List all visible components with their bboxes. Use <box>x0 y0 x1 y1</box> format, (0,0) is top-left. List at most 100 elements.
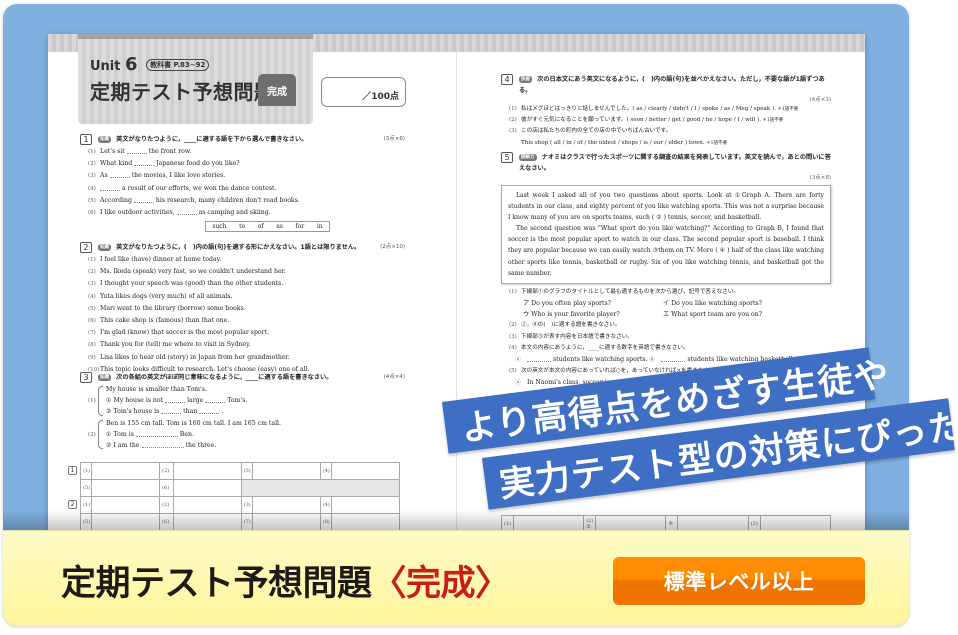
answer-blank <box>176 208 197 216</box>
item-text: This cake shop is (famous) than that one… <box>100 317 230 325</box>
answer-cell[interactable] <box>91 462 161 480</box>
answer-choice: イ Do you like watching sports? <box>663 299 762 307</box>
skill-tag: 知識 <box>98 374 111 381</box>
list-item: (1) Let's sit the front row. <box>80 146 405 158</box>
points-label: (3点×8) <box>809 175 831 181</box>
note: ＊1語不要 <box>776 107 799 112</box>
page-title: 定期テスト予想問題 <box>90 80 275 104</box>
complete-tag: 完成 <box>258 74 296 106</box>
answer-cell[interactable] <box>172 462 242 480</box>
sub-question: (1) 下線部①のグラフのタイトルとして最も適するものを次から選び，記号で答えなさ… <box>501 287 831 298</box>
grid-cell-label: (5) <box>79 479 93 497</box>
answer-blank <box>134 159 155 167</box>
word-choice-box: such to of as for in <box>205 221 330 233</box>
answer-blank <box>141 441 184 449</box>
list-item: ② I am the the three. <box>106 441 217 450</box>
answer-blank <box>135 430 178 437</box>
question-5-header: 5 読解力 ナオミはクラスで行ったスポーツに関する調査の結果を発表しています。英… <box>501 152 831 174</box>
unit-header-strip <box>78 34 313 39</box>
item-number: (7) <box>88 330 96 337</box>
answer-blank <box>161 407 182 415</box>
list-item: (9) Lisa likes to hear old (story) in Jap… <box>80 352 405 364</box>
question-1: 1 知識 英文がなりたつように，____に適する語を下から選んで書きなさい。 (… <box>80 134 405 233</box>
skill-tag: 読解力 <box>519 154 537 161</box>
answer-blank <box>109 171 130 179</box>
points-label: (3点×6) <box>383 136 405 142</box>
item-number: (1) <box>88 149 96 155</box>
unit-header: Unit 6 教科書 P.83~92 定期テスト予想問題 完成 <box>78 34 313 124</box>
item-number: (2) <box>509 117 517 124</box>
item-number: (2) <box>88 161 96 168</box>
item-text: Thank you for (tell) me where to visit i… <box>100 341 251 349</box>
word-choice: of <box>257 223 264 231</box>
item-number: (4) <box>88 185 96 192</box>
item-number: (2) <box>88 269 96 276</box>
sub-question-text: 本文の内容にあうように，____に適する数字を英語で書きなさい。 <box>521 344 689 351</box>
question-number: 3 <box>80 372 92 383</box>
item-number: (2) <box>88 431 96 438</box>
item-number: (5) <box>88 197 96 204</box>
answer-choice: エ What sport team are you on? <box>663 311 763 319</box>
question-instruction: 英文がなりたつように，( )内の語(句)を適する形にかえなさい。1語とは限りませ… <box>116 244 361 251</box>
answer-cell[interactable] <box>331 462 400 480</box>
item-number: (1) <box>509 288 517 295</box>
item-text: この店は私たちの町内の全ての店の中でいちばん古いです。 <box>521 128 672 135</box>
word-choice: as <box>276 223 283 231</box>
note: ＊1語不要 <box>760 118 784 124</box>
list-item: (3) As the movies, I like love stories. <box>80 170 405 182</box>
question-number: 1 <box>80 134 92 145</box>
list-item: (6) I like outdoor activities, as camping… <box>80 207 405 219</box>
sub-question-text: 下線部③が表す内容を日本語で書きなさい。 <box>521 333 633 340</box>
unit-label: Unit 6 教科書 P.83~92 <box>90 54 210 75</box>
answer-cell[interactable] <box>172 479 242 497</box>
question-instruction: 英文がなりたつように，____に適する語を下から選んで書きなさい。 <box>116 136 308 143</box>
item-number: ⓐ <box>515 356 521 363</box>
item-text: I thought your speech was (good) than th… <box>100 280 284 288</box>
item-number: (4) <box>88 293 96 300</box>
grid-cell-label: (6) <box>159 479 174 497</box>
level-badge-button[interactable]: 標準レベル以上 <box>613 557 865 605</box>
answer-cell[interactable] <box>252 462 321 480</box>
question-instruction: 次の日本文にあう英文になるように，( )内の語(句)を並べかえなさい。ただし，不… <box>519 76 825 94</box>
item-text: Ms. Ikeda (speak) very fast, so we could… <box>100 268 286 276</box>
question-instruction: 次の各組の英文がほぼ同じ意味になるように，____に適する語を書きなさい。 <box>116 374 333 381</box>
question-3: 3 知識 次の各組の英文がほぼ同じ意味になるように，____に適する語を書きなさ… <box>80 372 405 451</box>
sub-question-text: 下線部①のグラフのタイトルとして最も適するものを次から選び，記号で答えなさい。 <box>521 288 739 295</box>
item-text: 彼がすぐ元気になることを願っています。( soon / better / get… <box>521 117 761 124</box>
skill-tag: 知識 <box>98 244 111 251</box>
answer-blank <box>661 355 686 362</box>
caption-shadow <box>3 510 909 532</box>
item-number: (4) <box>509 344 517 351</box>
question-number: 4 <box>501 74 513 85</box>
passage-paragraph: The second question was "What sport do y… <box>508 225 824 277</box>
answer-choice: ウ Who is your favorite player? <box>523 311 620 319</box>
list-item: (5) According his research, many children… <box>80 195 405 207</box>
item-text: students like watching sports. <box>551 355 650 363</box>
grid-cell-label: (4) <box>319 462 333 480</box>
item-number: (5) <box>88 305 96 312</box>
answer-blank <box>205 396 226 404</box>
list-item: ② Tom's house is than . <box>106 407 224 416</box>
word-choice: such <box>212 223 227 231</box>
item-number: (2) <box>509 322 517 329</box>
answer-blank <box>165 396 186 404</box>
list-item: (1) 私はメグほどはっきりと話しませんでした。( as / clearly / … <box>501 104 831 115</box>
points-label: (4点×4) <box>383 374 405 380</box>
item-number: (5) <box>509 368 517 375</box>
answer-choice: ア Do you often play sports? <box>523 299 611 307</box>
question-3-header: 3 知識 次の各組の英文がほぼ同じ意味になるように，____に適する語を書きなさ… <box>80 372 405 384</box>
textbook-ref: 教科書 P.83~92 <box>146 59 210 71</box>
sentence-pair-group: (1) My house is smaller than Tom's. ① My h… <box>80 384 405 418</box>
question-instruction: ナオミはクラスで行ったスポーツに関する調査の結果を発表しています。英文を読んで，… <box>519 154 831 172</box>
brace <box>98 419 103 450</box>
note: ＊1語不要 <box>704 140 727 146</box>
question-2: 2 知識 英文がなりたつように，( )内の語(句)を適する形にかえなさい。1語と… <box>80 242 405 376</box>
list-item: (7) I'm glad (know) that soccer is the mo… <box>80 327 405 339</box>
passage-paragraph: Last week I asked all of you two questio… <box>508 192 824 222</box>
item-number: (3) <box>509 333 517 340</box>
skill-tag: 知識 <box>98 136 111 143</box>
unit-number: 6 <box>125 54 138 75</box>
answer-cell[interactable] <box>91 479 161 497</box>
skill-tag: 技能 <box>519 76 532 83</box>
sub-question: (4) 本文の内容にあうように，____に適する数字を英語で書きなさい。 <box>501 343 831 354</box>
